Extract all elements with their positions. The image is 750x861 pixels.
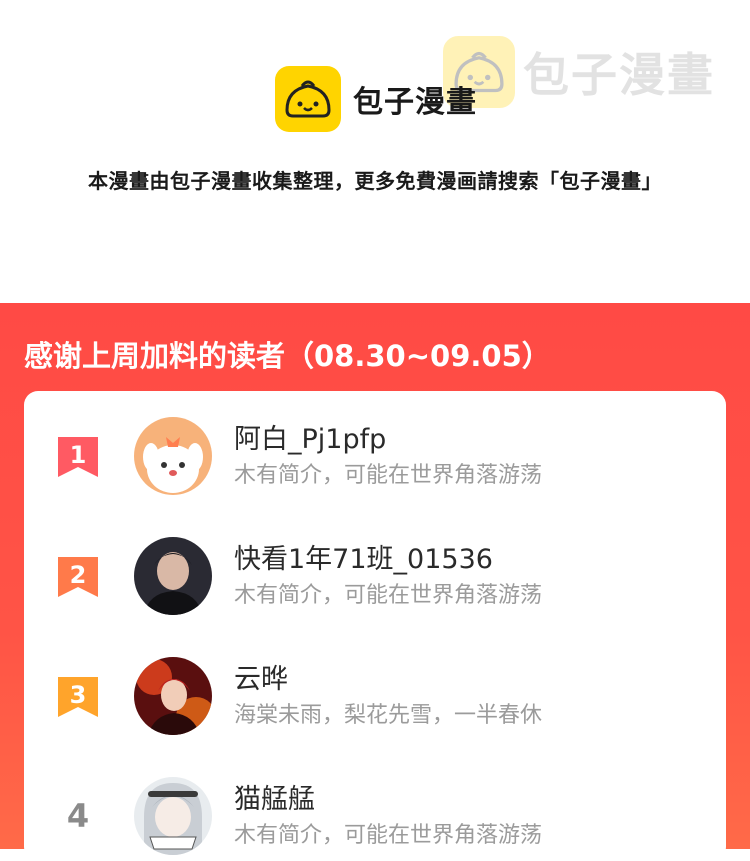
rank-badge-icon: 1 — [58, 437, 98, 477]
person-avatar-icon — [134, 537, 212, 615]
avatar[interactable] — [134, 537, 212, 615]
reader-name: 阿白_Pj1pfp — [234, 424, 387, 455]
watermark-text: 包子漫畫 — [523, 48, 715, 102]
reader-name: 快看1年71班_01536 — [234, 544, 493, 575]
avatar[interactable] — [134, 657, 212, 735]
rank-badge-icon: 3 — [58, 677, 98, 717]
brand-logo[interactable]: 包子漫畫 — [275, 66, 477, 132]
notice-text: 本漫畫由包子漫畫收集整理，更多免費漫画請搜索「包子漫畫」 — [88, 169, 662, 193]
list-item[interactable]: 3 云晔 海棠未雨，梨花先雪，一半春休 — [24, 655, 726, 735]
thanks-panel: 感谢上周加料的读者（08.30~09.05） 1 阿白_Pj1pfp 木有简介，… — [0, 303, 750, 861]
list-item[interactable]: 2 快看1年71班_01536 木有简介，可能在世界角落游荡 — [24, 535, 726, 615]
reader-bio: 木有简介，可能在世界角落游荡 — [234, 463, 543, 488]
reader-bio: 海棠未雨，梨花先雪，一半春休 — [234, 703, 543, 728]
avatar[interactable] — [134, 417, 212, 495]
watermark: 包子漫畫 — [443, 36, 715, 108]
rank-number: 3 — [70, 681, 87, 709]
anime-avatar-icon — [134, 777, 212, 855]
reader-bio: 木有简介，可能在世界角落游荡 — [234, 583, 543, 608]
dog-avatar-icon — [134, 417, 212, 495]
rank-number: 4 — [66, 797, 90, 835]
avatar[interactable] — [134, 777, 212, 855]
bun-logo-icon — [275, 66, 341, 132]
rank-number: 1 — [70, 441, 87, 469]
anime-avatar-icon — [134, 657, 212, 735]
brand-name: 包子漫畫 — [353, 85, 477, 120]
rank-number: 2 — [70, 561, 87, 589]
reader-name: 云晔 — [234, 664, 288, 695]
list-item[interactable]: 1 阿白_Pj1pfp 木有简介，可能在世界角落游荡 — [24, 415, 726, 495]
reader-list: 1 阿白_Pj1pfp 木有简介，可能在世界角落游荡 2 快看1年71班_015… — [24, 391, 726, 861]
rank-badge-icon: 2 — [58, 557, 98, 597]
reader-name: 猫艋艋 — [234, 784, 315, 815]
panel-title: 感谢上周加料的读者（08.30~09.05） — [24, 339, 551, 373]
list-item[interactable]: 4 猫艋艋 木有简介，可能在世界角落游荡 — [24, 775, 726, 855]
reader-bio: 木有简介，可能在世界角落游荡 — [234, 823, 543, 848]
